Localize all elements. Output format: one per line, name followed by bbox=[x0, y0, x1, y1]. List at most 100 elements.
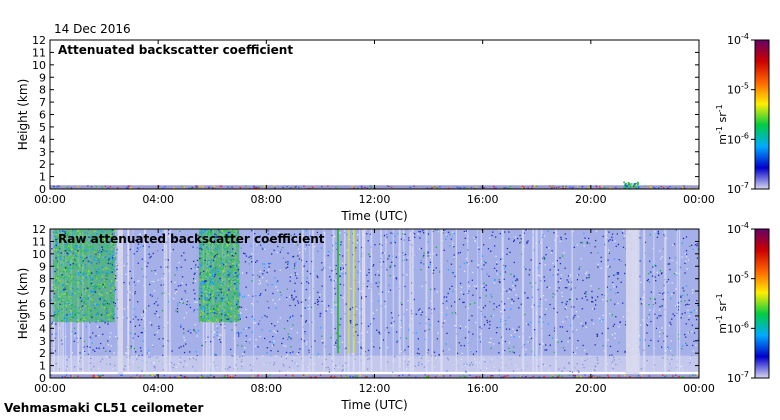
speckle bbox=[207, 314, 210, 317]
speckle bbox=[680, 296, 682, 298]
speckle bbox=[568, 283, 570, 286]
speckle bbox=[76, 292, 78, 294]
speckle bbox=[90, 310, 93, 312]
speckle bbox=[201, 300, 203, 302]
speckle bbox=[561, 326, 564, 328]
speckle bbox=[692, 374, 694, 376]
speckle bbox=[219, 267, 222, 270]
speckle bbox=[138, 324, 141, 326]
speckle bbox=[271, 344, 274, 347]
speckle bbox=[63, 317, 65, 320]
speckle bbox=[576, 244, 578, 246]
speckle bbox=[459, 187, 462, 189]
speckle bbox=[180, 346, 182, 348]
speckle bbox=[214, 274, 216, 276]
speckle bbox=[134, 293, 136, 295]
speckle bbox=[107, 262, 109, 265]
speckle bbox=[107, 344, 109, 346]
speckle bbox=[463, 187, 465, 189]
speckle bbox=[111, 261, 113, 263]
speckle bbox=[65, 265, 67, 268]
speckle bbox=[212, 281, 214, 283]
speckle bbox=[451, 285, 453, 287]
speckle bbox=[55, 234, 57, 236]
speckle bbox=[637, 375, 640, 377]
speckle bbox=[110, 271, 112, 273]
speckle bbox=[691, 331, 693, 333]
speckle bbox=[213, 283, 215, 286]
speckle bbox=[111, 250, 114, 253]
speckle bbox=[585, 272, 587, 275]
speckle bbox=[517, 297, 520, 300]
speckle bbox=[457, 252, 460, 254]
speckle bbox=[224, 314, 226, 316]
speckle bbox=[153, 303, 156, 305]
speckle bbox=[211, 294, 213, 296]
speckle bbox=[283, 344, 285, 347]
speckle bbox=[561, 340, 563, 343]
speckle bbox=[69, 282, 71, 284]
speckle bbox=[287, 261, 289, 263]
speckle bbox=[602, 314, 604, 317]
speckle bbox=[538, 376, 540, 378]
speckle bbox=[491, 375, 494, 377]
speckle bbox=[562, 185, 564, 187]
speckle bbox=[611, 236, 613, 238]
speckle bbox=[104, 271, 107, 273]
speckle bbox=[201, 280, 203, 283]
speckle bbox=[622, 246, 625, 248]
speckle bbox=[188, 304, 191, 306]
speckle bbox=[327, 185, 329, 187]
speckle bbox=[316, 275, 318, 277]
speckle bbox=[614, 240, 616, 242]
speckle bbox=[83, 340, 86, 342]
speckle bbox=[227, 274, 230, 276]
plot-area bbox=[50, 40, 699, 189]
speckle bbox=[216, 253, 218, 255]
speckle bbox=[609, 239, 611, 241]
speckle bbox=[691, 244, 693, 246]
speckle bbox=[488, 341, 490, 343]
speckle bbox=[52, 281, 55, 284]
speckle bbox=[692, 248, 694, 250]
speckle bbox=[98, 258, 101, 260]
speckle bbox=[184, 259, 186, 261]
y-tick-label: 8 bbox=[39, 84, 46, 97]
speckle bbox=[419, 308, 421, 310]
speckle bbox=[239, 187, 242, 189]
speckle bbox=[415, 332, 417, 334]
speckle bbox=[101, 278, 103, 281]
speckle bbox=[282, 337, 284, 340]
speckle bbox=[339, 275, 341, 277]
streak bbox=[163, 229, 166, 372]
speckle bbox=[656, 236, 659, 238]
speckle bbox=[207, 319, 210, 322]
speckle bbox=[66, 252, 68, 254]
speckle bbox=[486, 319, 488, 322]
speckle bbox=[480, 186, 483, 188]
speckle bbox=[351, 185, 353, 187]
speckle bbox=[367, 349, 370, 352]
speckle bbox=[61, 274, 63, 276]
speckle bbox=[85, 290, 87, 292]
speckle bbox=[566, 330, 568, 332]
speckle bbox=[69, 264, 72, 266]
speckle bbox=[504, 319, 507, 322]
speckle bbox=[650, 339, 652, 341]
speckle bbox=[671, 293, 673, 295]
speckle bbox=[61, 264, 63, 266]
speckle bbox=[55, 238, 57, 241]
speckle bbox=[615, 286, 618, 288]
speckle bbox=[62, 319, 64, 322]
speckle bbox=[641, 374, 643, 376]
speckle bbox=[130, 347, 132, 349]
speckle bbox=[485, 284, 487, 286]
speckle bbox=[504, 303, 506, 305]
speckle bbox=[200, 318, 203, 320]
speckle bbox=[181, 282, 183, 284]
speckle bbox=[475, 351, 478, 353]
speckle bbox=[106, 302, 109, 305]
speckle bbox=[448, 348, 450, 351]
streak bbox=[332, 229, 335, 372]
x-tick-label: 00:00 bbox=[34, 382, 66, 395]
